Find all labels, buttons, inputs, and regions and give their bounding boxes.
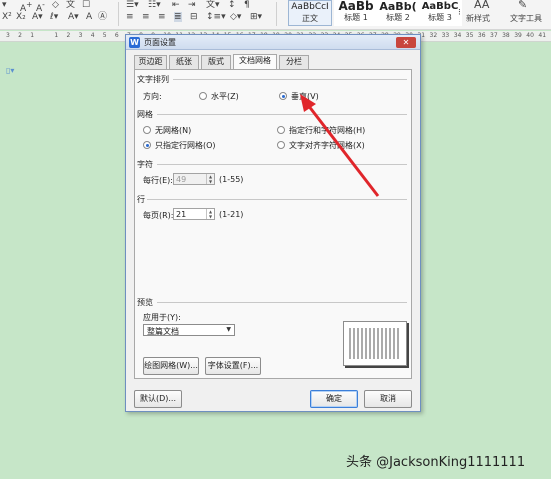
watermark: 头条 @JacksonKing1111111 (346, 455, 526, 470)
arrow-shaft (306, 104, 380, 197)
red-arrow-annotation (300, 94, 380, 197)
arrow-head (300, 94, 316, 112)
